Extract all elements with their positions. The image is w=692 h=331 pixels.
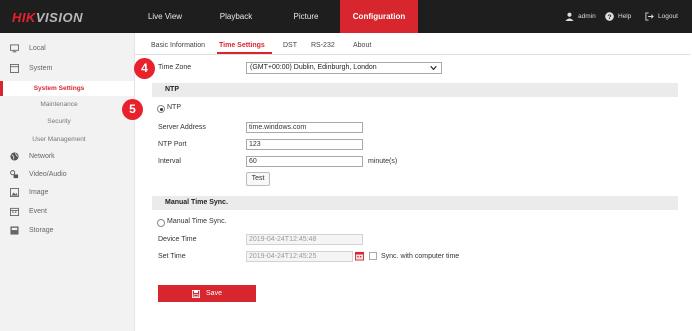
device-time-label: Device Time	[158, 236, 197, 243]
sidebar-item-user-management[interactable]: User Management	[0, 132, 134, 147]
sidebar: Local System System Settings Maintenance…	[0, 33, 135, 331]
server-address-label: Server Address	[158, 124, 206, 131]
user-icon	[565, 12, 574, 21]
tab-about[interactable]: About	[353, 42, 371, 49]
set-time-input[interactable]: 2019-04-24T12:45:25	[246, 251, 353, 262]
sidebar-item-event[interactable]: Event	[0, 204, 134, 220]
sidebar-item-network[interactable]: Network	[0, 149, 134, 165]
sidebar-item-label: Image	[29, 189, 49, 196]
tab-dst[interactable]: DST	[283, 42, 297, 49]
nav-configuration[interactable]: Configuration	[340, 0, 418, 33]
video-audio-icon	[10, 170, 19, 179]
top-navigation-bar: HIKVISION Live View Playback Picture Con…	[0, 0, 692, 33]
sync-computer-time-checkbox[interactable]	[369, 252, 377, 260]
sidebar-item-video-audio[interactable]: Video/Audio	[0, 167, 134, 183]
test-button[interactable]: Test	[246, 172, 270, 186]
ntp-section-header: NTP	[152, 83, 678, 97]
help-label: Help	[618, 13, 632, 20]
nav-live-view[interactable]: Live View	[135, 0, 195, 33]
interval-input[interactable]: 60	[246, 156, 363, 167]
ntp-port-input[interactable]: 123	[246, 139, 363, 150]
hikvision-logo: HIKVISION	[12, 10, 83, 25]
sidebar-item-storage[interactable]: Storage	[0, 223, 134, 239]
sidebar-item-image[interactable]: Image	[0, 185, 134, 201]
time-zone-select[interactable]: (GMT+00:00) Dublin, Edinburgh, London	[246, 62, 442, 74]
sidebar-item-label: Network	[29, 153, 55, 160]
server-address-input[interactable]: time.windows.com	[246, 122, 363, 133]
sidebar-item-system[interactable]: System	[0, 61, 134, 77]
sidebar-item-label: Storage	[29, 227, 54, 234]
sidebar-item-label: Local	[29, 45, 46, 52]
globe-icon	[10, 152, 19, 161]
monitor-icon	[10, 44, 19, 53]
time-zone-value: (GMT+00:00) Dublin, Edinburgh, London	[250, 64, 377, 71]
ntp-port-label: NTP Port	[158, 141, 187, 148]
chevron-down-icon	[430, 65, 437, 71]
manual-sync-radio[interactable]	[157, 219, 165, 227]
manual-sync-radio-label: Manual Time Sync.	[167, 218, 227, 225]
tab-basic-information[interactable]: Basic Information	[151, 42, 205, 49]
tab-divider	[134, 54, 690, 55]
set-time-label: Set Time	[158, 253, 186, 260]
help-link[interactable]: ? Help	[605, 0, 631, 33]
ntp-radio-label: NTP	[167, 104, 181, 111]
nav-picture[interactable]: Picture	[278, 0, 334, 33]
save-button-label: Save	[206, 290, 222, 297]
sidebar-item-maintenance[interactable]: Maintenance	[0, 97, 134, 112]
sidebar-item-security[interactable]: Security	[0, 114, 134, 129]
system-icon	[10, 64, 19, 73]
nav-playback[interactable]: Playback	[205, 0, 267, 33]
sidebar-item-label: Video/Audio	[29, 171, 67, 178]
step-marker-5: 5	[122, 99, 143, 120]
sidebar-item-label: System	[29, 65, 53, 72]
user-menu[interactable]: admin	[565, 0, 596, 33]
help-icon: ?	[605, 11, 614, 21]
logout-link[interactable]: Logout	[645, 0, 678, 33]
active-tab-underline	[217, 52, 272, 54]
sidebar-item-label: Event	[29, 208, 47, 215]
interval-label: Interval	[158, 158, 181, 165]
sidebar-item-local[interactable]: Local	[0, 41, 134, 57]
interval-unit-label: minute(s)	[368, 158, 398, 165]
ntp-radio[interactable]	[157, 105, 165, 113]
save-button[interactable]: Save	[158, 285, 256, 302]
username-label: admin	[578, 13, 596, 20]
sidebar-item-system-settings[interactable]: System Settings	[0, 81, 134, 96]
device-time-field: 2019-04-24T12:45:48	[246, 234, 363, 245]
time-zone-label: Time Zone	[158, 64, 192, 71]
image-icon	[10, 188, 19, 197]
tab-rs-232[interactable]: RS-232	[311, 42, 335, 49]
svg-text:?: ?	[607, 14, 611, 21]
manual-sync-section-header: Manual Time Sync.	[152, 196, 678, 210]
save-icon	[192, 289, 201, 298]
storage-icon	[10, 226, 19, 235]
logout-label: Logout	[658, 13, 678, 20]
logout-icon	[645, 12, 654, 21]
calendar-picker-icon[interactable]	[355, 251, 364, 261]
step-marker-4: 4	[134, 58, 155, 79]
sync-computer-time-label: Sync. with computer time	[381, 253, 460, 260]
tab-time-settings[interactable]: Time Settings	[219, 42, 265, 49]
calendar-icon	[10, 207, 19, 216]
